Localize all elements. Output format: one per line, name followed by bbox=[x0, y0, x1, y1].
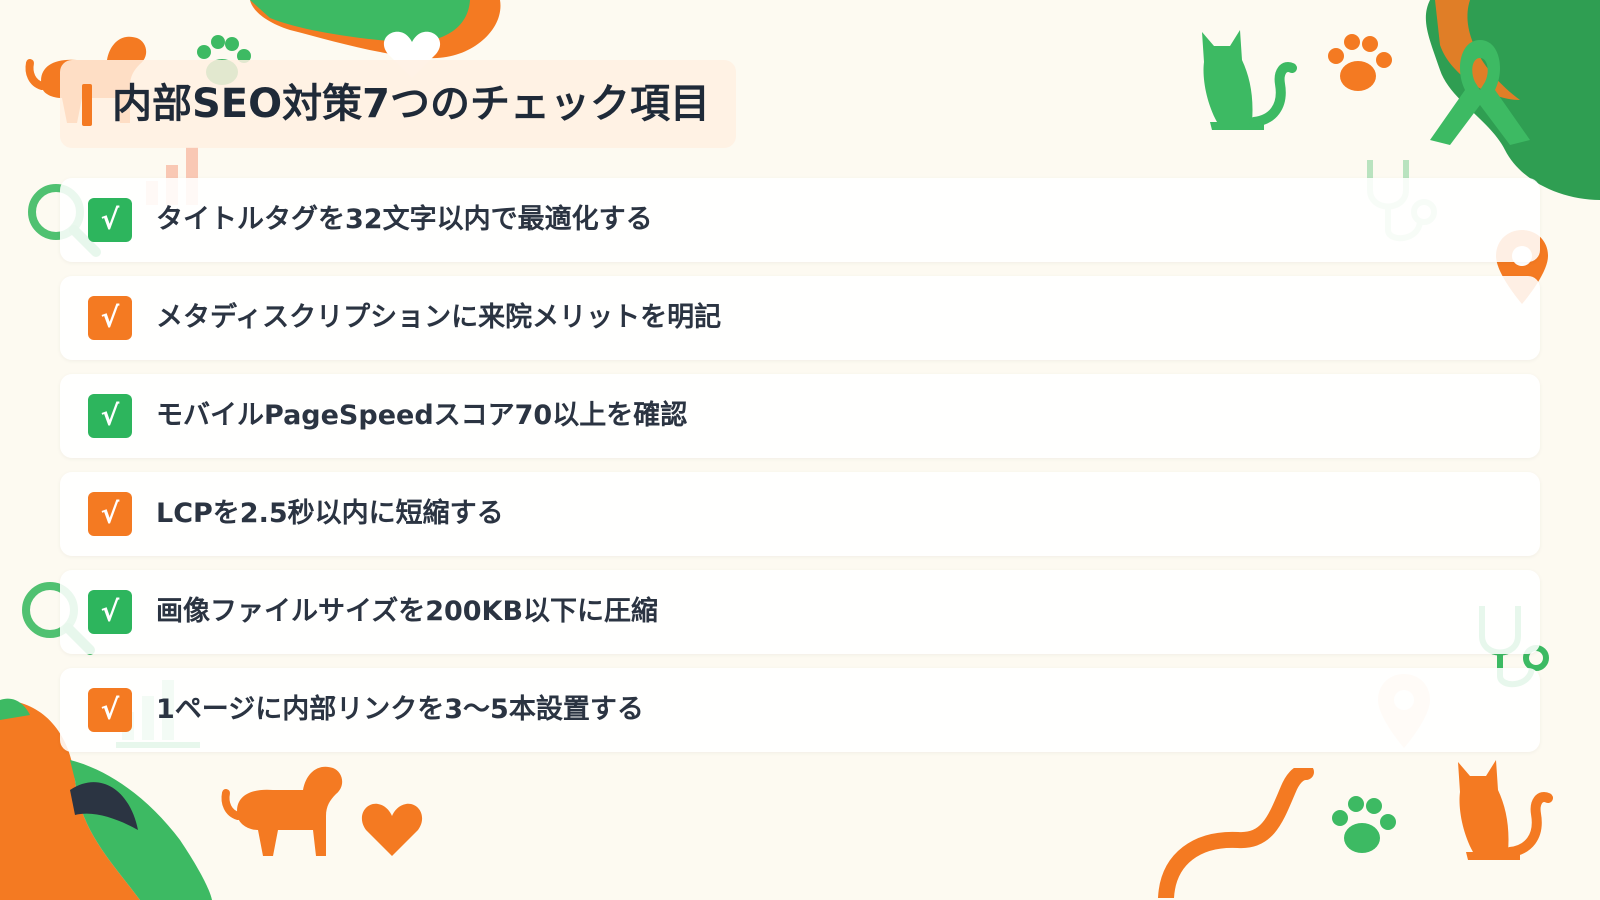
title-card: 内部SEO対策7つのチェック項目 bbox=[60, 60, 736, 148]
checklist-item: √ 画像ファイルサイズを200KB以下に圧縮 bbox=[60, 570, 1540, 654]
checklist: √ タイトルタグを32文字以内で最適化する √ メタディスクリプションに来院メリ… bbox=[60, 178, 1540, 766]
checklist-item: √ モバイルPageSpeedスコア70以上を確認 bbox=[60, 374, 1540, 458]
checklist-item: √ 1ページに内部リンクを3〜5本設置する bbox=[60, 668, 1540, 752]
checkbox-checked-icon[interactable]: √ bbox=[88, 394, 132, 438]
paw-icon bbox=[1332, 796, 1396, 853]
page-title: 内部SEO対策7つのチェック項目 bbox=[112, 81, 710, 127]
checklist-item-label: 1ページに内部リンクを3〜5本設置する bbox=[156, 694, 644, 725]
heart-icon bbox=[361, 803, 423, 856]
checkbox-checked-icon[interactable]: √ bbox=[88, 492, 132, 536]
checklist-item-label: タイトルタグを32文字以内で最適化する bbox=[156, 204, 653, 235]
checkbox-checked-icon[interactable]: √ bbox=[88, 590, 132, 634]
ribbon-icon bbox=[1430, 40, 1530, 145]
checklist-item-label: LCPを2.5秒以内に短縮する bbox=[156, 498, 504, 529]
cat-icon bbox=[1202, 30, 1297, 130]
tail-shape bbox=[1158, 768, 1314, 898]
cat-icon bbox=[1458, 760, 1553, 860]
checklist-item-label: メタディスクリプションに来院メリットを明記 bbox=[156, 302, 722, 333]
title-accent-bar bbox=[82, 84, 92, 126]
checklist-item-label: モバイルPageSpeedスコア70以上を確認 bbox=[156, 400, 688, 431]
checkbox-checked-icon[interactable]: √ bbox=[88, 688, 132, 732]
dog-icon bbox=[221, 766, 343, 856]
checklist-item: √ メタディスクリプションに来院メリットを明記 bbox=[60, 276, 1540, 360]
checklist-item: √ LCPを2.5秒以内に短縮する bbox=[60, 472, 1540, 556]
checklist-item: √ タイトルタグを32文字以内で最適化する bbox=[60, 178, 1540, 262]
paw-icon bbox=[1328, 34, 1392, 91]
checkbox-checked-icon[interactable]: √ bbox=[88, 198, 132, 242]
checklist-item-label: 画像ファイルサイズを200KB以下に圧縮 bbox=[156, 596, 659, 627]
checkbox-checked-icon[interactable]: √ bbox=[88, 296, 132, 340]
